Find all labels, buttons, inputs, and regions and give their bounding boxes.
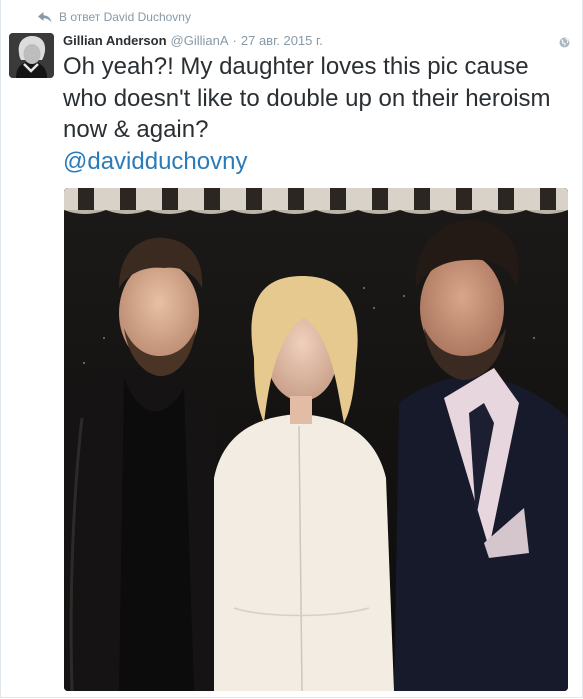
author-handle[interactable]: @GillianA: [171, 33, 229, 48]
tweet-photo[interactable]: [64, 188, 568, 691]
author-name[interactable]: Gillian Anderson: [63, 33, 167, 48]
reply-context-label[interactable]: В ответ David Duchovny: [59, 10, 191, 24]
avatar[interactable]: [9, 33, 54, 78]
tweet-timestamp[interactable]: 27 авг. 2015 г.: [241, 33, 323, 48]
tweet-body-text: Oh yeah?! My daughter loves this pic cau…: [63, 53, 551, 143]
tweet-text: Oh yeah?! My daughter loves this pic cau…: [63, 51, 568, 177]
tweet-header: Gillian Anderson @GillianA · 27 авг. 201…: [63, 33, 323, 48]
mention-link[interactable]: @davidduchovny: [63, 148, 247, 175]
reply-context[interactable]: В ответ David Duchovny: [38, 10, 191, 24]
reply-arrow-icon: [38, 11, 52, 23]
header-separator: ·: [232, 33, 237, 48]
